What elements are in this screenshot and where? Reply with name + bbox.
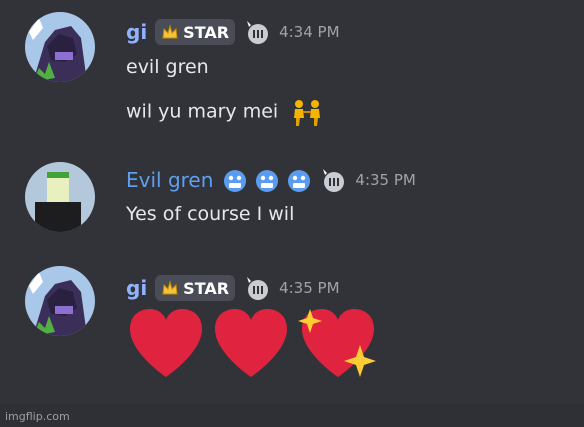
message-header: gi STAR 4:34 PM (126, 19, 340, 45)
avatar-evil-gren-image (25, 162, 95, 232)
timestamp: 4:35 PM (279, 279, 340, 297)
red-heart-icon (130, 309, 202, 377)
message-header: Evil gren 4:35 PM (126, 167, 416, 193)
username[interactable]: Evil gren (126, 168, 213, 192)
cold-face-emoji-icon (256, 170, 279, 192)
emoji-row (126, 305, 382, 381)
timestamp: 4:34 PM (279, 23, 340, 41)
avatar-gi[interactable] (25, 12, 95, 82)
watermark: imgflip.com (5, 410, 70, 423)
bottom-bar (0, 404, 584, 427)
sparkling-heart-icon (298, 309, 377, 377)
clan-tag-label: STAR (183, 278, 230, 298)
avatar-evil-gren[interactable] (25, 162, 95, 232)
message-text: wil yu mary mei (126, 100, 279, 123)
clan-tag-label: STAR (183, 22, 230, 42)
avatar-gi-image (25, 266, 95, 336)
red-heart-icon (215, 309, 288, 377)
cold-face-emoji-icon (288, 170, 311, 192)
message-text: Yes of course I wil (126, 203, 295, 225)
message-header: gi STAR 4:35 PM (126, 275, 340, 301)
avatar-gi[interactable] (25, 266, 95, 336)
wedding-couple-emoji-icon (294, 100, 321, 126)
robot-badge-icon[interactable] (243, 19, 273, 45)
username[interactable]: gi (126, 276, 147, 300)
timestamp: 4:35 PM (355, 171, 416, 189)
star-badge-icon (162, 24, 178, 39)
robot-badge-icon[interactable] (243, 275, 273, 301)
avatar-gi-image (25, 12, 95, 82)
username[interactable]: gi (126, 20, 147, 44)
cold-face-emoji-icon (224, 170, 247, 192)
star-badge-icon (162, 280, 178, 295)
clan-tag[interactable]: STAR (155, 19, 236, 45)
message-text: evil gren (126, 56, 209, 78)
robot-badge-icon[interactable] (319, 167, 349, 193)
message-text-line: wil yu mary mei (126, 98, 326, 126)
clan-tag[interactable]: STAR (155, 275, 236, 301)
